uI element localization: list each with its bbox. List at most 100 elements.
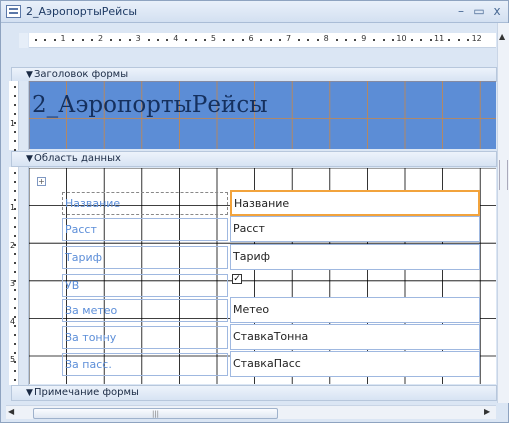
ruler-dot	[81, 39, 84, 41]
ruler-tick-label: 6	[248, 34, 254, 43]
scroll-thumb[interactable]	[499, 160, 508, 190]
ruler-dot	[222, 39, 225, 41]
ruler-dot	[354, 39, 357, 41]
ruler-dot	[279, 39, 282, 41]
field-label[interactable]: За пасс.	[62, 353, 228, 376]
ruler-tick-label: 1	[60, 34, 66, 43]
ruler-dot	[448, 39, 451, 41]
field-textbox[interactable]: Расст	[230, 216, 480, 242]
vruler-dot	[14, 131, 16, 133]
ruler-dot	[128, 39, 131, 41]
section-collapse-icon: ▼	[26, 154, 33, 164]
field-textbox[interactable]: Название	[230, 190, 480, 216]
section-collapse-icon: ▼	[26, 388, 33, 398]
ruler-tick-label: 10	[396, 34, 407, 43]
ruler-tick-label: 11	[434, 34, 445, 43]
section-bar-footer[interactable]: ▼ Примечание формы	[11, 385, 497, 401]
ruler-dot	[457, 39, 460, 41]
ruler-dot	[373, 39, 376, 41]
ruler-dot	[34, 39, 37, 41]
ruler-tick-label: 3	[135, 34, 141, 43]
vruler-dot	[14, 334, 16, 336]
scroll-left-icon[interactable]: ◀	[8, 407, 14, 416]
section-header-label: Заголовок формы	[34, 69, 129, 80]
section-detail-label: Область данных	[34, 153, 121, 164]
move-handle-icon[interactable]: +	[37, 177, 46, 186]
ruler-dot	[157, 39, 159, 41]
vruler-dot	[14, 316, 16, 318]
scroll-right-icon[interactable]: ▶	[484, 407, 490, 416]
horizontal-scrollbar[interactable]: ◀ ||| ▶	[6, 405, 496, 419]
field-textbox[interactable]: СтавкаТонна	[230, 324, 480, 350]
ruler-dot	[232, 39, 235, 41]
ruler-dot	[298, 39, 300, 41]
field-textbox[interactable]: Тариф	[230, 244, 480, 270]
ruler-dot	[392, 39, 394, 41]
ruler-dot	[269, 39, 272, 41]
vertical-scrollbar[interactable]: ▲	[497, 23, 509, 403]
vruler-dot	[14, 361, 16, 363]
field-label[interactable]: Тариф	[62, 246, 228, 269]
ruler-tick-label: 12	[471, 34, 482, 43]
vruler-dot	[14, 172, 16, 174]
vruler-dot	[14, 113, 16, 115]
field-label[interactable]: Расст	[62, 218, 228, 241]
field-textbox[interactable]: Метео	[230, 297, 480, 323]
vruler-dot	[14, 271, 16, 273]
vruler-dot	[14, 140, 16, 142]
horizontal-ruler[interactable]: 1 2 3 4 5 6 7 8 9 10 11 12	[29, 33, 496, 48]
field-label[interactable]: УВ	[62, 274, 228, 297]
vertical-ruler-detail: 12345	[9, 167, 19, 385]
section-bar-detail[interactable]: ▼ Область данных	[11, 151, 497, 167]
ruler-dot	[307, 39, 310, 41]
vruler-dot	[14, 379, 16, 381]
field-label[interactable]: Название	[62, 192, 228, 215]
vruler-dot	[14, 86, 16, 88]
ruler-dot	[241, 39, 244, 41]
vruler-dot	[14, 199, 16, 201]
ruler-dot	[429, 39, 432, 41]
scroll-up-icon[interactable]: ▲	[499, 32, 505, 41]
field-textbox[interactable]: СтавкаПасс	[230, 351, 480, 377]
ruler-dot	[382, 39, 385, 41]
ruler-dot	[420, 39, 423, 41]
vruler-dot	[14, 352, 16, 354]
ruler-dot	[44, 39, 47, 41]
ruler-dot	[260, 39, 263, 41]
header-title-label[interactable]: 2_АэропортыРейсы	[32, 92, 268, 118]
vruler-dot	[14, 181, 16, 183]
vruler-dot	[14, 122, 16, 124]
vruler-dot	[14, 226, 16, 228]
scroll-thumb[interactable]: |||	[33, 408, 278, 419]
ruler-dot	[53, 39, 56, 41]
ruler-tick-label: 8	[323, 34, 329, 43]
ruler-dot	[410, 39, 413, 41]
close-button[interactable]: x	[488, 3, 506, 20]
vruler-dot	[14, 262, 16, 264]
ruler-dot	[204, 39, 206, 41]
field-label[interactable]: За тонну	[62, 326, 228, 349]
ruler-tick-label: 9	[361, 34, 367, 43]
vruler-dot	[14, 190, 16, 192]
section-bar-header[interactable]: ▼ Заголовок формы	[11, 67, 497, 82]
vruler-dot	[14, 289, 16, 291]
window-title: 2_АэропортыРейсы	[26, 5, 138, 18]
field-label[interactable]: За метео	[62, 299, 228, 322]
ruler-dot	[72, 39, 75, 41]
ruler-dot	[467, 39, 470, 41]
ruler-tick-label: 7	[286, 34, 292, 43]
title-bar: 2_АэропортыРейсы – ▭ x	[1, 1, 508, 23]
ruler-dot	[119, 39, 122, 41]
vruler-dot	[14, 298, 16, 300]
ruler-dot	[316, 39, 319, 41]
ruler-dot	[335, 39, 338, 41]
maximize-button[interactable]: ▭	[470, 3, 488, 20]
checkbox[interactable]: ✓	[232, 274, 242, 284]
minimize-button[interactable]: –	[452, 3, 470, 20]
ruler-tick-label: 2	[98, 34, 104, 43]
ruler-corner[interactable]	[19, 33, 28, 48]
form-designer-window: 2_АэропортыРейсы – ▭ x 1 2 3 4 5 6 7 8 9 10 11 12 ▼…	[0, 0, 509, 423]
vertical-ruler-header: 1	[9, 81, 19, 151]
ruler-dot	[110, 39, 112, 41]
ruler-dot	[194, 39, 197, 41]
